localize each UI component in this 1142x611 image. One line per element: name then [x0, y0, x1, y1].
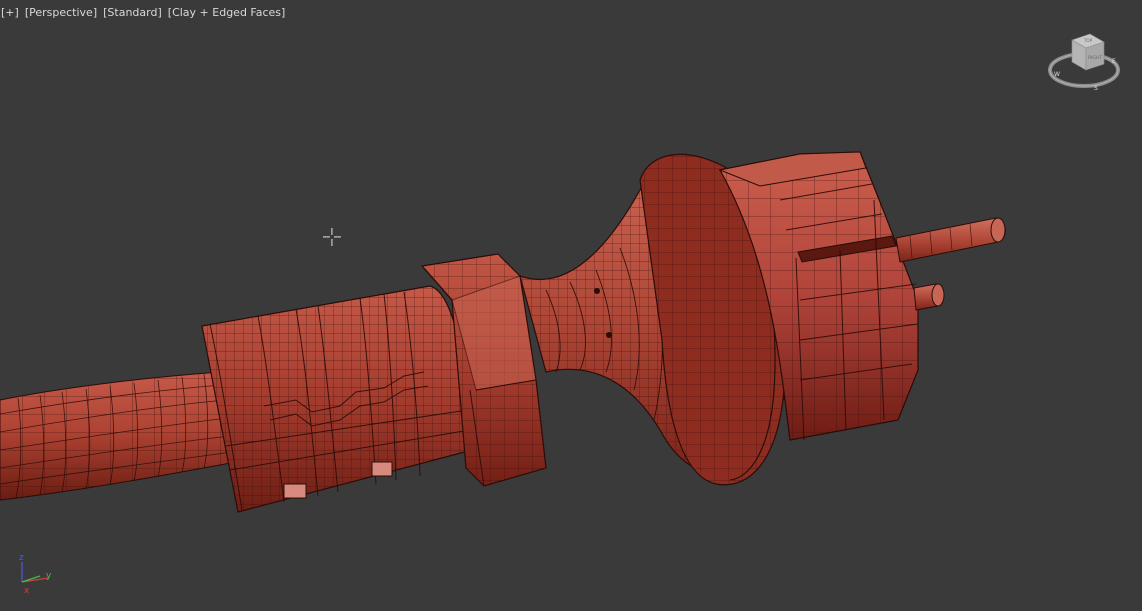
viewcube-right-label: RIGHT — [1088, 55, 1102, 61]
plug-pin-bottom[interactable] — [913, 283, 945, 311]
viewcube-compass-e: E — [1112, 58, 1116, 65]
cable-mesh[interactable] — [0, 371, 237, 501]
cable-sleeve-mesh[interactable] — [201, 285, 473, 513]
model-power-plug[interactable] — [0, 0, 1142, 611]
viewcube-compass-w: W — [1054, 71, 1060, 78]
crosshair-cursor-icon — [323, 228, 342, 247]
viewcube-top-label: TOP — [1083, 38, 1093, 43]
viewcube-widget[interactable]: RIGHT TOP W E S — [1046, 28, 1122, 94]
viewcube-compass-s: S — [1094, 85, 1098, 92]
axis-tripod-icon: y z x — [19, 553, 52, 596]
axis-x-label: x — [24, 586, 30, 596]
perspective-viewport[interactable]: [+] [Perspective] [Standard] [Clay + Edg… — [0, 0, 1142, 611]
axis-z-label: z — [19, 553, 24, 563]
plug-pin-top[interactable] — [895, 217, 1006, 263]
axis-x-line — [21, 577, 49, 583]
axis-y-label: y — [46, 571, 52, 581]
